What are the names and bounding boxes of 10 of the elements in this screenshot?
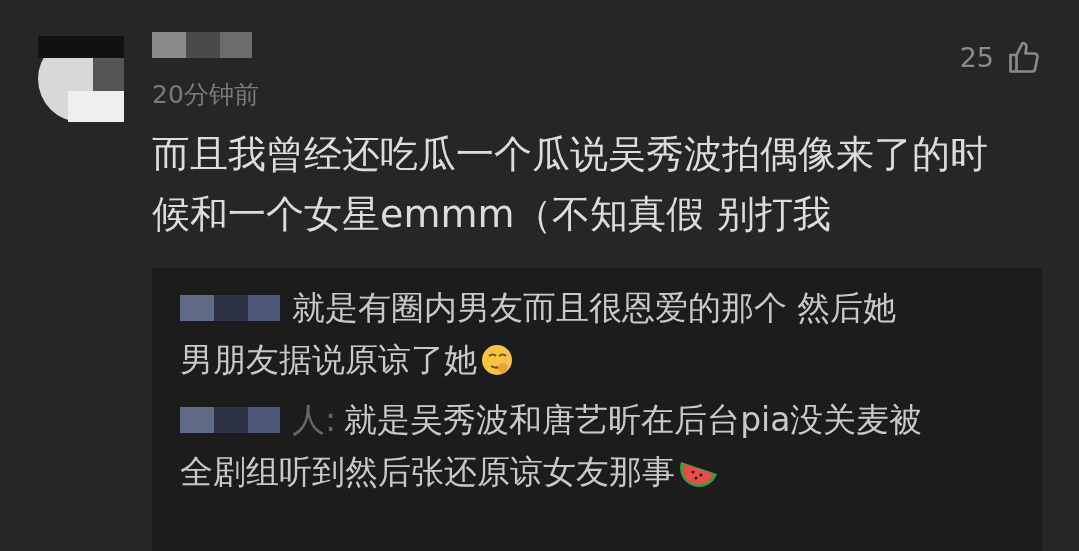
like-count: 25 — [959, 41, 994, 75]
smirking-face-icon — [481, 343, 513, 376]
comment-text: 而且我曾经还吃瓜一个瓜说吴秀波拍偶像来了的时候和一个女星emmm（不知真假 别打我 — [152, 130, 989, 238]
avatar[interactable] — [38, 36, 124, 122]
reply-text: 就是有圈内男友而且很恩爱的那个 然后她 — [292, 286, 897, 329]
reply-author[interactable]: 人: — [292, 393, 337, 446]
reply-text: 就是吴秀波和唐艺昕在后台pia没关麦被 — [344, 398, 923, 441]
reply-text: 男朋友据说原谅了她 — [180, 338, 477, 381]
comment-time: 20分钟前 — [152, 79, 259, 111]
reply-text: 全剧组听到然后张还原谅女友那事 — [180, 450, 675, 493]
